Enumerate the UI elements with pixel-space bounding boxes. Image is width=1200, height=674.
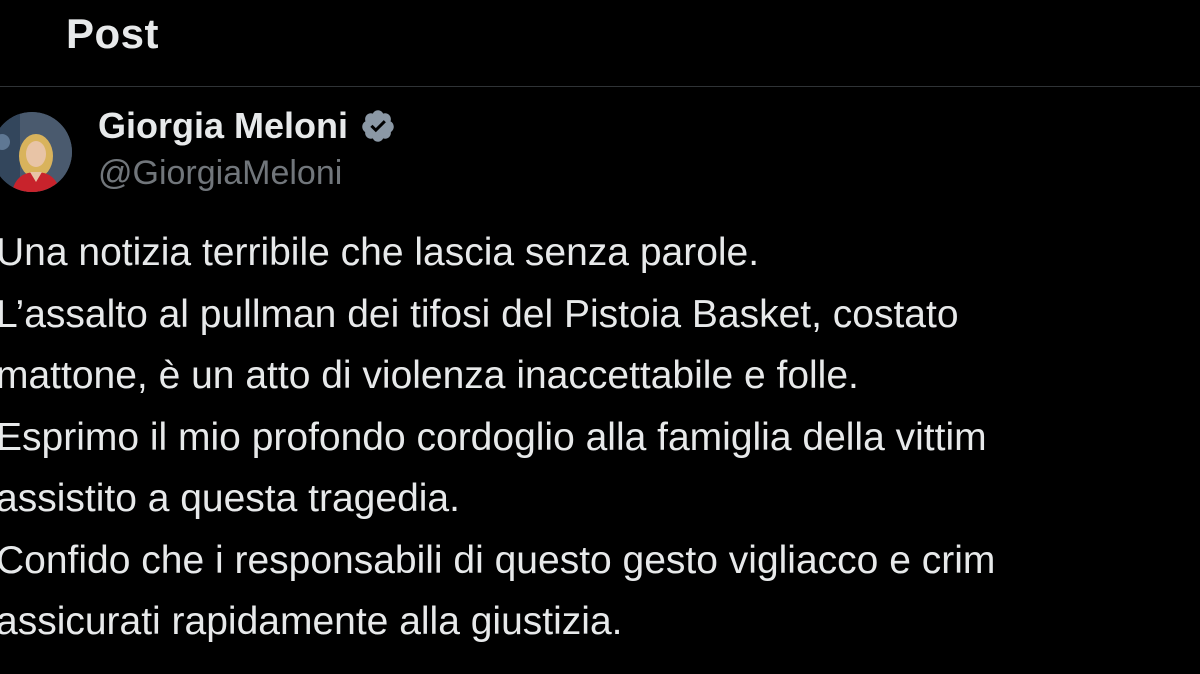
profile-photo-avatar-icon	[0, 112, 72, 192]
page-title: Post	[66, 10, 160, 57]
author-handle[interactable]: @GiorgiaMeloni	[98, 154, 342, 193]
tweet-line: mattone, è un atto di violenza inaccetta…	[0, 354, 859, 397]
post-header: Post	[0, 0, 1200, 87]
verified-badge-icon	[360, 108, 396, 144]
tweet-line: L’assalto al pullman dei tifosi del Pist…	[0, 292, 959, 336]
tweet-text: Una notizia terribile che lascia senza p…	[0, 222, 1200, 653]
tweet-line: Esprimo il mio profondo cordoglio alla f…	[0, 415, 987, 459]
tweet-line: Una notizia terribile che lascia senza p…	[0, 231, 760, 274]
avatar[interactable]	[0, 112, 72, 192]
tweet-line: assicurati rapidamente alla giustizia.	[0, 600, 623, 643]
tweet-line: Confido che i responsabili di questo ges…	[0, 538, 996, 582]
post-screen: Post Giorgia Meloni @GiorgiaMeloni Una n…	[0, 0, 1200, 674]
tweet-line: assistito a questa tragedia.	[0, 477, 460, 520]
author-name[interactable]: Giorgia Meloni	[98, 105, 348, 147]
author-name-row[interactable]: Giorgia Meloni	[98, 104, 396, 148]
